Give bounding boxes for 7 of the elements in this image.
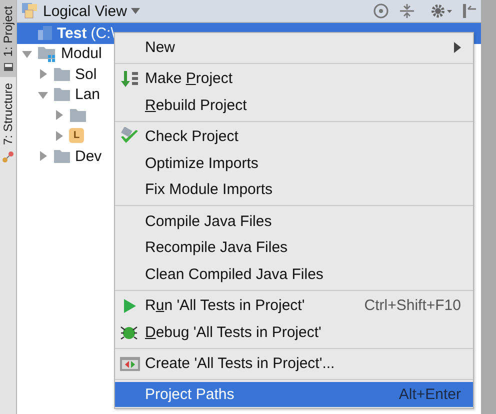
tree-label: Lan <box>75 86 100 104</box>
tree-label: Test <box>57 24 87 42</box>
language-badge: L <box>69 128 84 144</box>
tree-label: Dev <box>75 148 102 165</box>
tree-label: Modul <box>61 45 102 62</box>
tree-path: (C:\ <box>90 24 115 42</box>
tree-label: Sol <box>75 66 97 83</box>
